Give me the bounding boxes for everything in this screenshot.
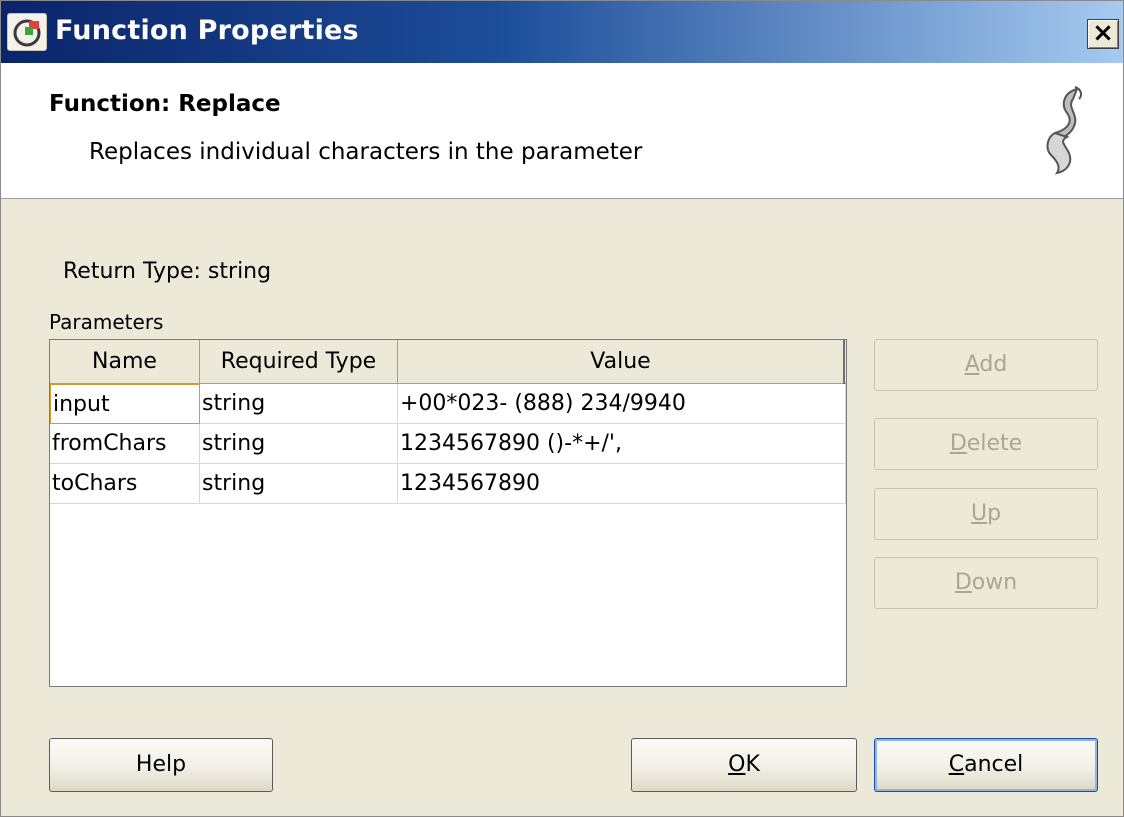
cancel-button[interactable]: Cancel [874,738,1098,792]
delete-mnemonic: D [949,431,967,456]
param-name-cell[interactable]: fromChars [50,424,200,464]
table-header: Name Required Type Value [50,340,846,384]
param-name-cell[interactable]: input [50,384,200,424]
return-type-label: Return Type: string [63,259,272,284]
add-label-rest: dd [979,352,1008,377]
delete-button[interactable]: Delete [874,418,1098,470]
table-row[interactable]: fromChars string 1234567890 ()-*+/', [50,424,846,464]
param-type-cell[interactable]: string [200,464,398,504]
ok-mnemonic: O [728,752,746,777]
help-button[interactable]: Help [49,738,273,792]
function-properties-dialog: Function Properties × Function: Replace … [0,0,1124,817]
cancel-mnemonic: C [948,752,965,777]
param-value-cell[interactable]: 1234567890 [398,464,846,504]
param-value-cell[interactable]: +00*023- (888) 234/9940 [398,384,846,424]
ok-button[interactable]: OK [631,738,857,792]
delete-label-rest: elete [966,431,1023,456]
cancel-label-rest: ancel [964,752,1024,777]
function-title: Function: Replace [49,91,281,117]
up-label-rest: p [987,501,1002,526]
down-label-rest: own [971,570,1018,595]
parameters-label: Parameters [49,310,164,334]
table-row[interactable]: input string +00*023- (888) 234/9940 [50,384,846,424]
down-mnemonic: D [954,570,972,595]
add-button[interactable]: Add [874,339,1098,391]
down-button[interactable]: Down [874,557,1098,609]
param-name-cell[interactable]: toChars [50,464,200,504]
param-type-cell[interactable]: string [200,384,398,424]
window-title: Function Properties [55,15,359,46]
ok-label-rest: K [745,752,760,777]
function-description: Replaces individual characters in the pa… [89,139,643,165]
close-button[interactable]: × [1087,19,1119,49]
column-header-required-type[interactable]: Required Type [200,340,398,384]
up-button[interactable]: Up [874,488,1098,540]
title-bar[interactable]: Function Properties × [1,1,1123,63]
up-mnemonic: U [970,501,988,526]
column-header-value[interactable]: Value [398,340,845,384]
param-value-cell[interactable]: 1234567890 ()-*+/', [398,424,846,464]
add-mnemonic: A [964,352,980,377]
column-header-name[interactable]: Name [50,340,200,384]
dialog-header: Function: Replace Replaces individual ch… [1,63,1123,199]
parameters-table[interactable]: Name Required Type Value input string +0… [49,339,847,687]
app-icon [7,13,47,51]
table-row[interactable]: toChars string 1234567890 [50,464,846,504]
scroll-icon [1046,86,1083,175]
param-type-cell[interactable]: string [200,424,398,464]
